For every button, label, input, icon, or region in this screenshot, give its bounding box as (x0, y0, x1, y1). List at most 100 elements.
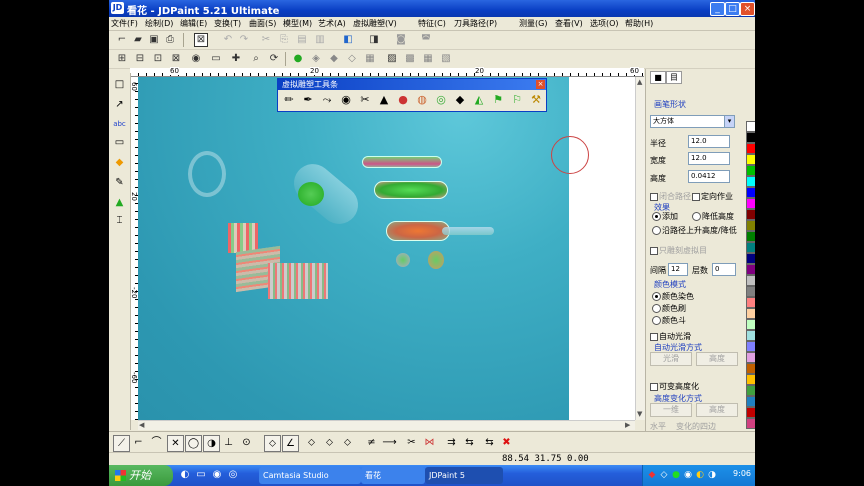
flag2-icon[interactable]: ⚐ (510, 93, 524, 107)
tray-icon-5[interactable]: ◐ (695, 470, 705, 480)
quicklaunch-app-icon[interactable]: ◎ (227, 469, 239, 481)
tray-icon-2[interactable]: ◇ (659, 470, 669, 480)
smooth-height-button[interactable]: 高度 (696, 352, 738, 366)
open-icon[interactable]: ▰ (131, 33, 145, 47)
vertical-scrollbar[interactable]: ▲ ▼ (635, 77, 645, 420)
shape-icon[interactable]: ▲ (377, 93, 391, 107)
zoom-icon[interactable]: ⌕ (249, 52, 263, 66)
shade-icon[interactable]: ◆ (327, 52, 341, 66)
view-rotate-icon[interactable]: ▭ (209, 52, 223, 66)
color-ball-icon[interactable]: ◎ (434, 93, 448, 107)
closed-path-checkbox[interactable] (650, 193, 658, 201)
extend-tool-icon[interactable]: ⟶ (382, 435, 397, 450)
node-tool-icon[interactable]: ⬦ (264, 435, 281, 452)
task-jdpaint[interactable]: JDPaint 5 (425, 467, 503, 484)
panel-tab-1[interactable]: ■ (650, 71, 666, 84)
redo-icon[interactable]: ↷ (237, 33, 251, 47)
panel-tab-2[interactable]: 目 (666, 71, 682, 84)
print-icon[interactable]: ⎙ (163, 33, 177, 47)
color-swatch[interactable] (746, 286, 755, 297)
offset-tool-icon[interactable]: ⇉ (444, 435, 459, 450)
bucket-tool-icon[interactable]: ▲ (112, 195, 127, 210)
chevron-down-icon[interactable]: ▾ (724, 115, 735, 128)
close-button[interactable]: × (740, 2, 755, 16)
sphere-icon[interactable]: ● (396, 93, 410, 107)
tray-icon-3[interactable]: ● (671, 470, 681, 480)
zoom-window-icon[interactable]: ⊞ (115, 52, 129, 66)
color-swatch[interactable] (746, 132, 755, 143)
save-icon[interactable]: ▣ (147, 33, 161, 47)
color-swatch[interactable] (746, 330, 755, 341)
color-swatch[interactable] (746, 297, 755, 308)
color-swatch[interactable] (746, 396, 755, 407)
menu-view[interactable]: 查看(V) (555, 18, 583, 29)
start-button[interactable]: 开始 (109, 465, 173, 486)
minimize-button[interactable]: _ (710, 2, 725, 16)
tangent-tool-icon[interactable]: ⊥ (221, 435, 236, 450)
redraw-icon[interactable]: ✚ (229, 52, 243, 66)
height-input[interactable]: 0.0412 (688, 170, 730, 183)
ball-icon[interactable]: ◍ (415, 93, 429, 107)
circle-tool-icon[interactable]: ◯ (185, 435, 202, 452)
color-swatch[interactable] (746, 209, 755, 220)
zoom-all-icon[interactable]: ⊟ (133, 52, 147, 66)
menu-art[interactable]: 艺术(A) (318, 18, 346, 29)
menu-virtual-sculpt[interactable]: 虚拟雕塑(V) (353, 18, 397, 29)
fill-tool-icon[interactable]: ◆ (112, 155, 127, 170)
color-swatch[interactable] (746, 319, 755, 330)
brush-shape-select[interactable]: 大方体 (650, 115, 734, 128)
interval-input[interactable]: 12 (668, 263, 688, 276)
color-swatch[interactable] (746, 187, 755, 198)
paste-icon[interactable]: ▤ (295, 33, 309, 47)
menu-file[interactable]: 文件(F) (111, 18, 138, 29)
layer-icon[interactable]: ◧ (341, 33, 355, 47)
node4-tool-icon[interactable]: ⬦ (340, 435, 355, 450)
palette-title[interactable]: 虚拟雕塑工具条 (278, 79, 546, 90)
virtual-sculpt-palette[interactable]: 虚拟雕塑工具条 × ✏ ✒ ⤳ ◉ ✂ ▲ ● ◍ ◎ ◆ ◭ ⚑ ⚐ ⚒ (277, 78, 547, 112)
copy-icon[interactable]: ⎘ (277, 33, 291, 47)
color-icon[interactable]: ◨ (367, 33, 381, 47)
undo-icon[interactable]: ↶ (221, 33, 235, 47)
color-swatch[interactable] (746, 253, 755, 264)
brush-icon[interactable]: ✏ (282, 93, 296, 107)
pan-icon[interactable]: ◉ (189, 52, 203, 66)
mirror-tool-icon[interactable]: ⇆ (462, 435, 477, 450)
menu-surface[interactable]: 曲面(S) (249, 18, 276, 29)
pen-icon[interactable]: ◆ (453, 93, 467, 107)
width-input[interactable]: 12.0 (688, 152, 730, 165)
task-kanhua[interactable]: 看花 (361, 467, 425, 484)
height-button[interactable]: 高度 (696, 403, 738, 417)
menu-toolpath[interactable]: 刀具路径(P) (454, 18, 497, 29)
rect-tool-icon[interactable]: □ (112, 77, 127, 92)
drawing-canvas[interactable] (138, 77, 569, 420)
color-swatch[interactable] (746, 275, 755, 286)
refresh-icon[interactable]: ⟳ (267, 52, 281, 66)
auto-smooth-checkbox[interactable] (650, 333, 658, 341)
color-swatch[interactable] (746, 165, 755, 176)
help-icon[interactable]: ◚ (419, 33, 433, 47)
task-camtasia[interactable]: Camtasia Studio (259, 467, 361, 484)
quicklaunch-ie-icon[interactable]: ◐ (179, 469, 191, 481)
cut-icon[interactable]: ✂ (259, 33, 273, 47)
color-swatch[interactable] (746, 198, 755, 209)
push-icon[interactable]: ⤳ (320, 93, 334, 107)
fixed-direction-checkbox[interactable] (692, 193, 700, 201)
abc-tool-icon[interactable]: abc (112, 117, 127, 132)
node2-tool-icon[interactable]: ⬦ (304, 435, 319, 450)
mode-bucket-radio[interactable] (652, 316, 661, 325)
flag-icon[interactable]: ⚑ (491, 93, 505, 107)
mode-brush-radio[interactable] (652, 304, 661, 313)
canvas-blank-area[interactable] (569, 77, 635, 420)
trim-tool-icon[interactable]: ≠ (364, 435, 379, 450)
stamp-icon[interactable]: ◉ (339, 93, 353, 107)
color-swatch[interactable] (746, 308, 755, 319)
pen-tool-icon[interactable]: ✎ (112, 175, 127, 190)
select-box-icon[interactable]: ⊠ (194, 33, 208, 47)
node3-tool-icon[interactable]: ⬦ (322, 435, 337, 450)
color-swatch[interactable] (746, 154, 755, 165)
tilt-icon[interactable]: ◭ (472, 93, 486, 107)
menu-options[interactable]: 选项(O) (590, 18, 619, 29)
variable-height-checkbox[interactable] (650, 383, 658, 391)
hammer-icon[interactable]: ⚒ (529, 93, 543, 107)
angle-tool-icon[interactable]: ∠ (282, 435, 299, 452)
